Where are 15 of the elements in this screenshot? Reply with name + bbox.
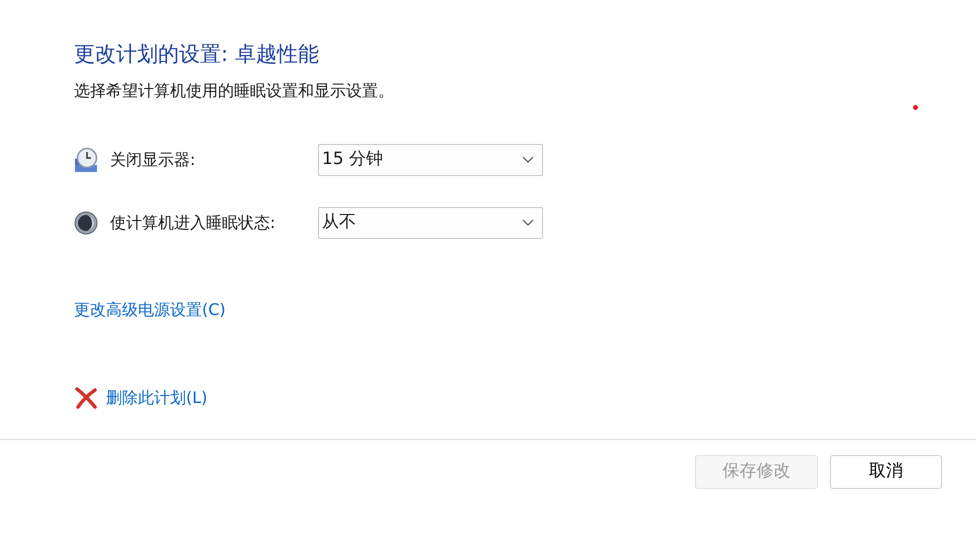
setting-label: 关闭显示器: xyxy=(110,149,196,171)
chevron-down-icon xyxy=(522,219,534,227)
page-title: 更改计划的设置: 卓越性能 xyxy=(74,41,320,68)
dropdown-field[interactable]: 从不 xyxy=(318,207,543,239)
dropdown-field[interactable]: 15 分钟 xyxy=(318,144,543,176)
chevron-down-icon xyxy=(522,156,534,164)
dot-mark xyxy=(913,105,918,110)
moon-icon xyxy=(74,211,98,235)
setting-label: 使计算机进入睡眠状态: xyxy=(110,212,276,234)
clock-monitor-icon xyxy=(74,147,98,173)
cancel-button[interactable]: 取消 xyxy=(830,455,942,489)
delete-x-icon xyxy=(74,386,98,410)
delete-plan-link[interactable]: 删除此计划(L) xyxy=(106,386,208,410)
page-description: 选择希望计算机使用的睡眠设置和显示设置。 xyxy=(74,80,395,102)
advanced-settings-link[interactable]: 更改高级电源设置(C) xyxy=(74,300,226,319)
